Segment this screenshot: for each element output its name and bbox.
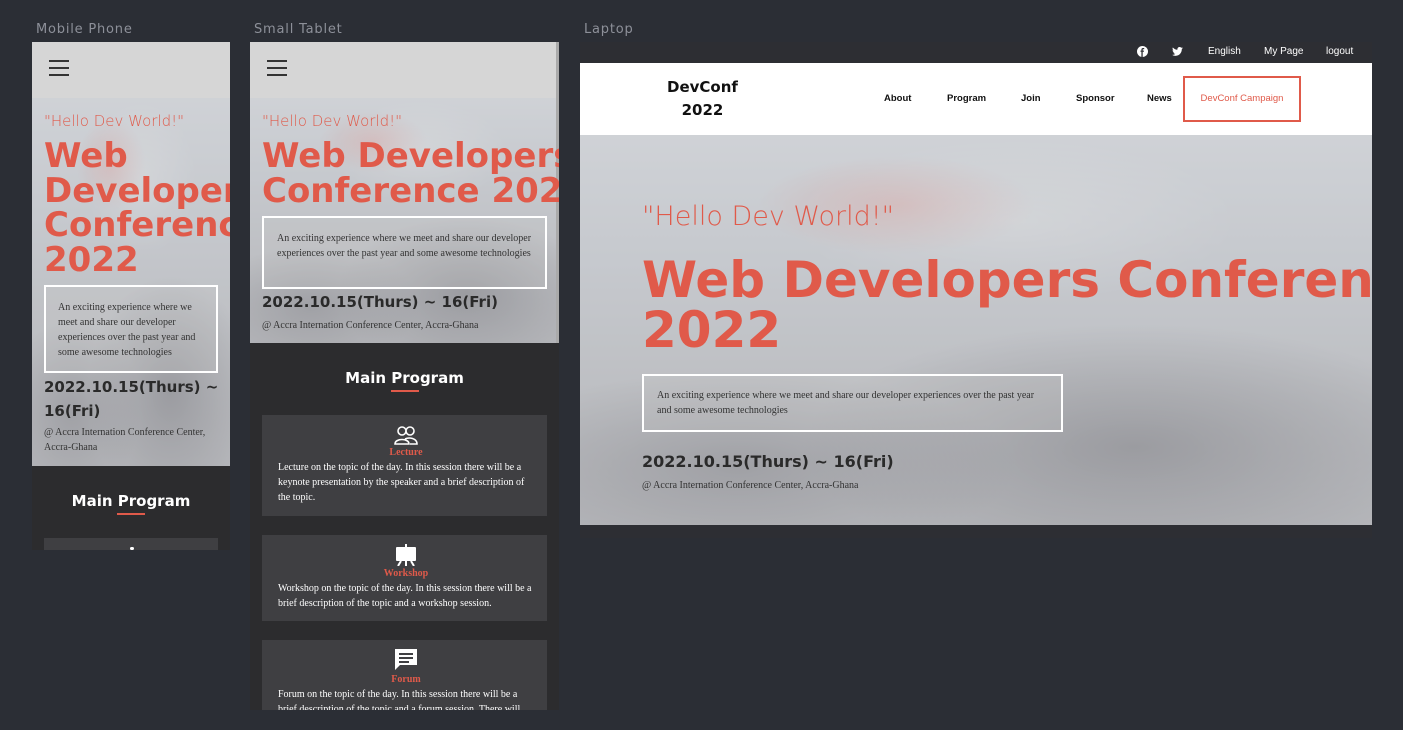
tablet-label: Small Tablet xyxy=(254,22,343,37)
hello-text: "Hello Dev World!" xyxy=(44,112,185,130)
nav-sponsor[interactable]: Sponsor xyxy=(1076,93,1115,104)
program-card-lecture: Lecture Lecture on the topic of the day.… xyxy=(262,415,547,516)
mobile-header xyxy=(32,42,230,98)
campaign-button[interactable]: DevConf Campaign xyxy=(1183,76,1301,122)
conference-title: Web Developers Conference 2022 xyxy=(262,136,559,211)
event-description: An exciting experience where we meet and… xyxy=(44,285,218,373)
mobile-label: Mobile Phone xyxy=(36,22,133,37)
people-icon xyxy=(394,426,418,445)
brand-logo[interactable]: DevConf 2022 xyxy=(667,76,738,122)
tablet-header xyxy=(250,42,559,98)
conference-title: WebDevelopersConference2022 xyxy=(44,136,230,280)
event-description: An exciting experience where we meet and… xyxy=(262,216,547,289)
my-page-link[interactable]: My Page xyxy=(1264,46,1303,57)
hello-text: "Hello Dev World!" xyxy=(642,201,895,232)
chat-icon xyxy=(395,649,417,670)
card-title: Lecture xyxy=(389,447,423,458)
twitter-icon[interactable] xyxy=(1172,47,1183,56)
heading-underline xyxy=(391,390,419,392)
event-venue: @ Accra Internation Conference Center, A… xyxy=(44,427,206,453)
event-venue: @ Accra Internation Conference Center, A… xyxy=(642,480,859,491)
logout-link[interactable]: logout xyxy=(1326,46,1353,57)
easel-icon xyxy=(396,544,416,566)
event-date: 2022.10.15(Thurs) ~ 16(Fri) xyxy=(262,293,498,311)
event-date: 2022.10.15(Thurs) ~16(Fri) xyxy=(44,378,219,420)
facebook-icon[interactable] xyxy=(1137,46,1148,57)
program-card-workshop: Workshop Workshop on the topic of the da… xyxy=(262,535,547,621)
card-title: Workshop xyxy=(383,568,429,579)
event-venue: @ Accra Internation Conference Center, A… xyxy=(262,320,479,331)
laptop-label: Laptop xyxy=(584,22,634,37)
conference-title: Web Developers Conference 2022 xyxy=(642,251,1372,359)
laptop-topbar: English My Page logout xyxy=(580,42,1372,63)
event-date: 2022.10.15(Thurs) ~ 16(Fri) xyxy=(642,452,894,471)
language-link[interactable]: English xyxy=(1208,46,1241,57)
card-text: Workshop on the topic of the day. In thi… xyxy=(278,583,532,609)
main-program-heading: Main Program xyxy=(71,492,191,510)
card-title: Forum xyxy=(391,674,421,685)
heading-underline xyxy=(117,513,145,515)
laptop-navbar: DevConf 2022 About Program Join Sponsor N… xyxy=(580,63,1372,135)
main-program-heading: Main Program xyxy=(345,369,464,387)
hamburger-menu-icon[interactable] xyxy=(49,60,69,76)
nav-news[interactable]: News xyxy=(1147,93,1172,104)
card-text: Lecture on the topic of the day. In this… xyxy=(278,462,525,503)
laptop-frame: English My Page logout DevConf 2022 About… xyxy=(580,42,1372,538)
mobile-frame: "Hello Dev World!" WebDevelopersConferen… xyxy=(32,42,230,550)
nav-about[interactable]: About xyxy=(884,93,911,104)
card-text: Forum on the topic of the day. In this s… xyxy=(278,689,521,710)
event-description: An exciting experience where we meet and… xyxy=(642,374,1063,432)
people-icon xyxy=(130,547,134,550)
nav-program[interactable]: Program xyxy=(947,93,986,104)
hamburger-menu-icon[interactable] xyxy=(267,60,287,76)
hello-text: "Hello Dev World!" xyxy=(262,112,403,130)
program-card-forum: Forum Forum on the topic of the day. In … xyxy=(262,640,547,710)
nav-join[interactable]: Join xyxy=(1021,93,1041,104)
program-card xyxy=(44,538,218,550)
tablet-frame: "Hello Dev World!" Web Developers Confere… xyxy=(250,42,559,710)
